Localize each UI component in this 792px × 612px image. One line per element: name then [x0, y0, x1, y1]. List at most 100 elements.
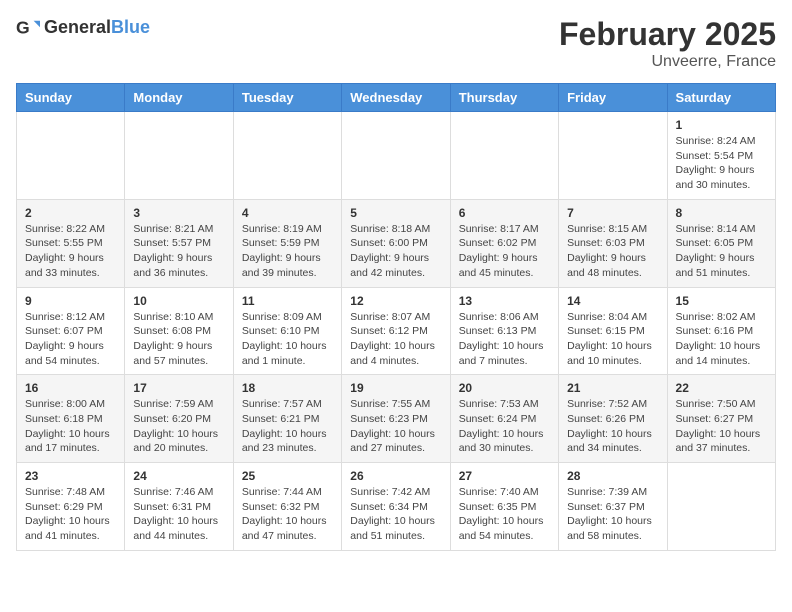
day-info: Sunrise: 8:15 AM Sunset: 6:03 PM Dayligh… — [567, 222, 658, 281]
calendar-cell — [125, 112, 233, 200]
day-info: Sunrise: 8:06 AM Sunset: 6:13 PM Dayligh… — [459, 310, 550, 369]
day-info: Sunrise: 8:09 AM Sunset: 6:10 PM Dayligh… — [242, 310, 333, 369]
calendar-cell: 10Sunrise: 8:10 AM Sunset: 6:08 PM Dayli… — [125, 287, 233, 375]
day-info: Sunrise: 7:52 AM Sunset: 6:26 PM Dayligh… — [567, 397, 658, 456]
logo-icon: G — [16, 16, 40, 40]
calendar-cell: 20 Sunrise: 7:53 AM Sunset: 6:24 PM Dayli… — [450, 375, 558, 463]
day-number: 19 — [350, 381, 441, 395]
calendar-cell: 28 Sunrise: 7:39 AM Sunset: 6:37 PM Dayli… — [559, 463, 667, 551]
page-header: G GeneralBlue February 2025 Unveerre, Fr… — [16, 16, 776, 71]
day-number: 13 — [459, 294, 550, 308]
calendar-cell: 14Sunrise: 8:04 AM Sunset: 6:15 PM Dayli… — [559, 287, 667, 375]
day-info: Sunrise: 8:04 AM Sunset: 6:15 PM Dayligh… — [567, 310, 658, 369]
calendar-cell — [17, 112, 125, 200]
day-number: 11 — [242, 294, 333, 308]
calendar-cell: 8 Sunrise: 8:14 AM Sunset: 6:05 PM Daylig… — [667, 199, 775, 287]
calendar-week-row: 16Sunrise: 8:00 AM Sunset: 6:18 PM Dayli… — [17, 375, 776, 463]
day-info: Sunrise: 8:22 AM Sunset: 5:55 PM Dayligh… — [25, 222, 116, 281]
day-number: 8 — [676, 206, 767, 220]
day-info: Sunrise: 7:55 AM Sunset: 6:23 PM Dayligh… — [350, 397, 441, 456]
day-info: Sunrise: 8:12 AM Sunset: 6:07 PM Dayligh… — [25, 310, 116, 369]
calendar-week-row: 2Sunrise: 8:22 AM Sunset: 5:55 PM Daylig… — [17, 199, 776, 287]
calendar-cell: 4Sunrise: 8:19 AM Sunset: 5:59 PM Daylig… — [233, 199, 341, 287]
calendar-cell: 21 Sunrise: 7:52 AM Sunset: 6:26 PM Dayli… — [559, 375, 667, 463]
calendar-cell: 23 Sunrise: 7:48 AM Sunset: 6:29 PM Dayli… — [17, 463, 125, 551]
calendar-cell: 7 Sunrise: 8:15 AM Sunset: 6:03 PM Daylig… — [559, 199, 667, 287]
day-info: Sunrise: 8:18 AM Sunset: 6:00 PM Dayligh… — [350, 222, 441, 281]
day-info: Sunrise: 7:39 AM Sunset: 6:37 PM Dayligh… — [567, 485, 658, 544]
day-info: Sunrise: 8:02 AM Sunset: 6:16 PM Dayligh… — [676, 310, 767, 369]
calendar-cell: 1 Sunrise: 8:24 AM Sunset: 5:54 PM Daylig… — [667, 112, 775, 200]
calendar-cell — [233, 112, 341, 200]
day-info: Sunrise: 7:46 AM Sunset: 6:31 PM Dayligh… — [133, 485, 224, 544]
svg-text:G: G — [16, 18, 30, 38]
day-number: 21 — [567, 381, 658, 395]
day-info: Sunrise: 8:24 AM Sunset: 5:54 PM Dayligh… — [676, 134, 767, 193]
calendar-cell: 15 Sunrise: 8:02 AM Sunset: 6:16 PM Dayli… — [667, 287, 775, 375]
day-number: 3 — [133, 206, 224, 220]
weekday-header-saturday: Saturday — [667, 84, 775, 112]
day-number: 20 — [459, 381, 550, 395]
calendar-cell — [559, 112, 667, 200]
day-info: Sunrise: 7:44 AM Sunset: 6:32 PM Dayligh… — [242, 485, 333, 544]
logo: G GeneralBlue — [16, 16, 150, 40]
day-number: 17 — [133, 381, 224, 395]
calendar-cell: 17 Sunrise: 7:59 AM Sunset: 6:20 PM Dayli… — [125, 375, 233, 463]
day-number: 6 — [459, 206, 550, 220]
calendar-week-row: 9 Sunrise: 8:12 AM Sunset: 6:07 PM Daylig… — [17, 287, 776, 375]
calendar-cell: 11 Sunrise: 8:09 AM Sunset: 6:10 PM Dayli… — [233, 287, 341, 375]
day-info: Sunrise: 7:40 AM Sunset: 6:35 PM Dayligh… — [459, 485, 550, 544]
calendar-cell: 18 Sunrise: 7:57 AM Sunset: 6:21 PM Dayli… — [233, 375, 341, 463]
day-info: Sunrise: 8:17 AM Sunset: 6:02 PM Dayligh… — [459, 222, 550, 281]
day-number: 28 — [567, 469, 658, 483]
day-number: 7 — [567, 206, 658, 220]
calendar-cell: 13 Sunrise: 8:06 AM Sunset: 6:13 PM Dayli… — [450, 287, 558, 375]
calendar-cell: 12Sunrise: 8:07 AM Sunset: 6:12 PM Dayli… — [342, 287, 450, 375]
day-number: 23 — [25, 469, 116, 483]
weekday-header-wednesday: Wednesday — [342, 84, 450, 112]
day-number: 12 — [350, 294, 441, 308]
calendar-week-row: 23 Sunrise: 7:48 AM Sunset: 6:29 PM Dayli… — [17, 463, 776, 551]
day-info: Sunrise: 7:50 AM Sunset: 6:27 PM Dayligh… — [676, 397, 767, 456]
logo-blue: Blue — [111, 17, 150, 37]
day-number: 24 — [133, 469, 224, 483]
weekday-header-monday: Monday — [125, 84, 233, 112]
day-info: Sunrise: 8:21 AM Sunset: 5:57 PM Dayligh… — [133, 222, 224, 281]
day-number: 22 — [676, 381, 767, 395]
calendar-cell: 2Sunrise: 8:22 AM Sunset: 5:55 PM Daylig… — [17, 199, 125, 287]
calendar-week-row: 1 Sunrise: 8:24 AM Sunset: 5:54 PM Daylig… — [17, 112, 776, 200]
weekday-header-row: SundayMondayTuesdayWednesdayThursdayFrid… — [17, 84, 776, 112]
calendar-cell: 22 Sunrise: 7:50 AM Sunset: 6:27 PM Dayli… — [667, 375, 775, 463]
day-number: 5 — [350, 206, 441, 220]
calendar-cell: 26Sunrise: 7:42 AM Sunset: 6:34 PM Dayli… — [342, 463, 450, 551]
day-info: Sunrise: 7:53 AM Sunset: 6:24 PM Dayligh… — [459, 397, 550, 456]
day-info: Sunrise: 7:48 AM Sunset: 6:29 PM Dayligh… — [25, 485, 116, 544]
day-number: 15 — [676, 294, 767, 308]
day-number: 1 — [676, 118, 767, 132]
logo-general: General — [44, 17, 111, 37]
calendar-cell: 5 Sunrise: 8:18 AM Sunset: 6:00 PM Daylig… — [342, 199, 450, 287]
weekday-header-tuesday: Tuesday — [233, 84, 341, 112]
calendar-cell: 16Sunrise: 8:00 AM Sunset: 6:18 PM Dayli… — [17, 375, 125, 463]
day-number: 9 — [25, 294, 116, 308]
day-info: Sunrise: 7:57 AM Sunset: 6:21 PM Dayligh… — [242, 397, 333, 456]
calendar-location: Unveerre, France — [559, 53, 776, 71]
day-number: 10 — [133, 294, 224, 308]
day-number: 26 — [350, 469, 441, 483]
weekday-header-friday: Friday — [559, 84, 667, 112]
calendar-cell: 9 Sunrise: 8:12 AM Sunset: 6:07 PM Daylig… — [17, 287, 125, 375]
calendar-cell — [667, 463, 775, 551]
day-info: Sunrise: 8:14 AM Sunset: 6:05 PM Dayligh… — [676, 222, 767, 281]
day-info: Sunrise: 7:59 AM Sunset: 6:20 PM Dayligh… — [133, 397, 224, 456]
calendar-cell — [450, 112, 558, 200]
weekday-header-thursday: Thursday — [450, 84, 558, 112]
calendar-cell: 27 Sunrise: 7:40 AM Sunset: 6:35 PM Dayli… — [450, 463, 558, 551]
calendar-table: SundayMondayTuesdayWednesdayThursdayFrid… — [16, 83, 776, 551]
calendar-title: February 2025 — [559, 16, 776, 53]
day-number: 18 — [242, 381, 333, 395]
day-info: Sunrise: 8:00 AM Sunset: 6:18 PM Dayligh… — [25, 397, 116, 456]
day-number: 27 — [459, 469, 550, 483]
weekday-header-sunday: Sunday — [17, 84, 125, 112]
day-number: 25 — [242, 469, 333, 483]
calendar-cell: 3 Sunrise: 8:21 AM Sunset: 5:57 PM Daylig… — [125, 199, 233, 287]
